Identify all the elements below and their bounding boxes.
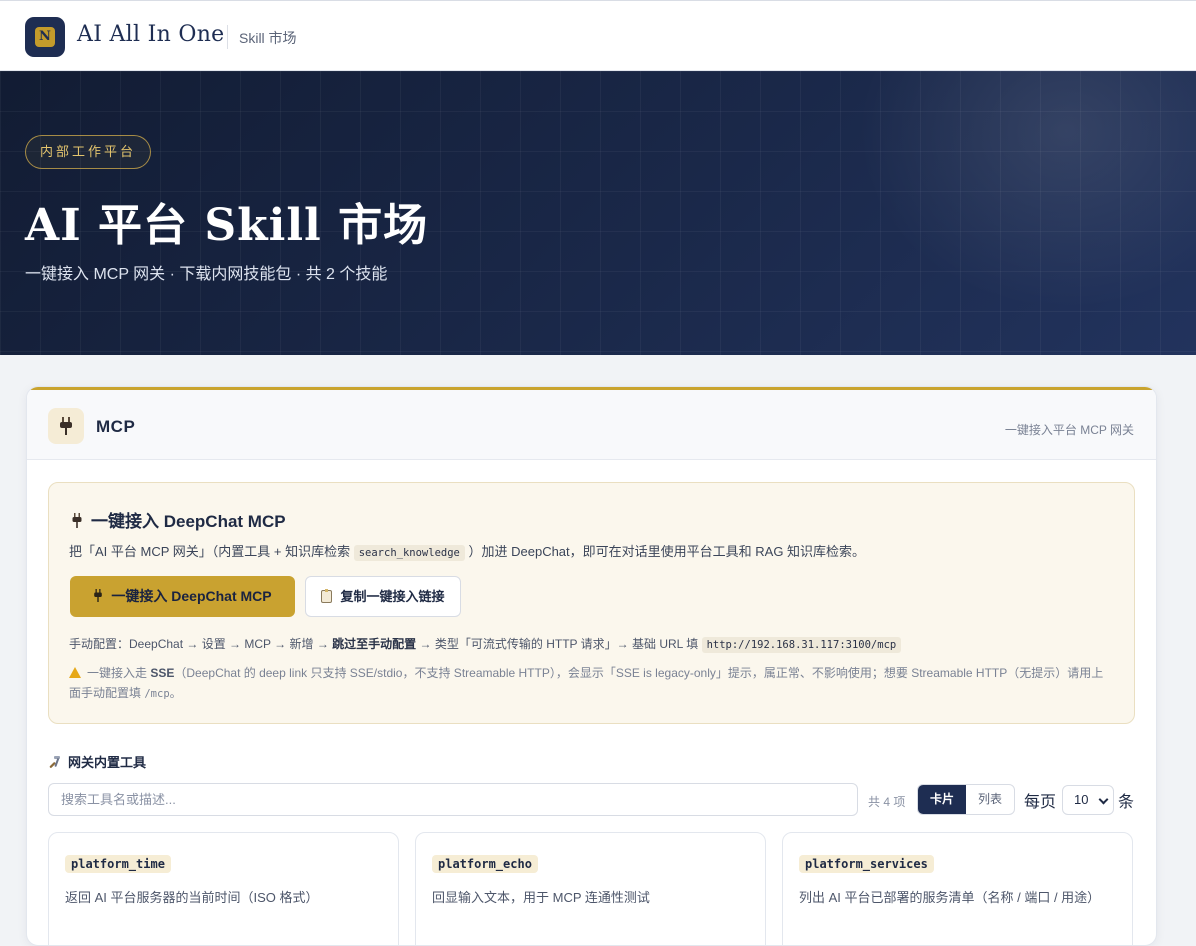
tools-section-title: 网关内置工具	[48, 752, 146, 771]
top-navbar: N AI All In One Skill 市场	[0, 0, 1196, 71]
panel-hint: 一键接入平台 MCP 网关	[1004, 423, 1134, 437]
tool-search-input[interactable]	[48, 783, 858, 816]
tool-description: 返回 AI 平台服务器的当前时间（ISO 格式）	[65, 890, 319, 905]
tools-title-text: 网关内置工具	[68, 755, 147, 770]
hero-glow	[856, 71, 1196, 311]
per-page-unit: 条	[1118, 794, 1135, 811]
view-card-toggle[interactable]: 卡片	[918, 785, 966, 814]
desc-text-end: ）加进 DeepChat，即可在对话里使用平台工具和 RAG 知识库检索。	[468, 544, 866, 559]
page-title: AI 平台 Skill 市场	[25, 200, 429, 251]
brand-name[interactable]: AI All In One	[77, 22, 225, 47]
tool-name: platform_time	[65, 855, 171, 873]
manual-bold: 跳过至手动配置	[332, 637, 417, 651]
tool-code-search-knowledge: search_knowledge	[353, 545, 465, 561]
tool-card[interactable]: platform_echo 回显输入文本，用于 MCP 连通性测试	[415, 832, 766, 945]
callout-title-text: 一键接入 DeepChat MCP	[91, 512, 286, 531]
brand-divider	[227, 25, 228, 49]
manual-prefix: 手动配置：DeepChat → 设置 → MCP → 新增 →	[69, 637, 329, 651]
logo-letter: N	[35, 27, 55, 47]
hero-banner: 内部工作平台 AI 平台 Skill 市场 一键接入 MCP 网关 · 下载内网…	[0, 71, 1196, 355]
deepchat-callout: 一键接入 DeepChat MCP 把「AI 平台 MCP 网关」（内置工具 +…	[48, 482, 1135, 724]
copy-button-label: 复制一键接入链接	[340, 589, 445, 604]
warning-icon	[69, 667, 81, 678]
view-list-toggle[interactable]: 列表	[966, 785, 1014, 814]
panel-header: MCP 一键接入平台 MCP 网关	[27, 390, 1156, 460]
desc-text-start: 把「AI 平台 MCP 网关」（内置工具 + 知识库检索	[69, 544, 351, 559]
brand-subtitle: Skill 市场	[239, 30, 297, 46]
app-logo[interactable]: N	[25, 17, 65, 57]
warn-end: 。	[169, 686, 182, 700]
plug-icon	[72, 513, 82, 528]
chevron-down-icon	[1098, 794, 1109, 805]
panel-title: MCP	[96, 417, 136, 436]
tool-card[interactable]: platform_services 列出 AI 平台已部署的服务清单（名称 / …	[782, 832, 1133, 945]
per-page-label: 每页	[1024, 794, 1057, 811]
warn-prefix: 一键接入走	[87, 666, 148, 680]
plug-icon	[60, 417, 72, 435]
callout-title: 一键接入 DeepChat MCP	[71, 507, 286, 532]
mcp-path-code: /mcp	[144, 688, 170, 700]
page-subtitle: 一键接入 MCP 网关 · 下载内网技能包 · 共 2 个技能	[25, 266, 388, 283]
tool-name: platform_services	[799, 855, 934, 873]
warn-body: （DeepChat 的 deep link 只支持 SSE/stdio，不支持 …	[69, 666, 1104, 700]
copy-link-button[interactable]: 复制一键接入链接	[305, 576, 461, 617]
sse-warning-text: 一键接入走 SSE（DeepChat 的 deep link 只支持 SSE/s…	[69, 663, 1114, 704]
tools-icon	[48, 755, 62, 769]
tool-card[interactable]: platform_time 返回 AI 平台服务器的当前时间（ISO 格式）	[48, 832, 399, 945]
tool-name: platform_echo	[432, 855, 538, 873]
connect-deepchat-button[interactable]: 一键接入 DeepChat MCP	[70, 576, 295, 617]
tool-description: 列出 AI 平台已部署的服务清单（名称 / 端口 / 用途）	[799, 890, 1101, 905]
clipboard-icon	[321, 589, 333, 603]
manual-config-text: 手动配置：DeepChat → 设置 → MCP → 新增 → 跳过至手动配置 …	[69, 635, 902, 653]
mcp-url-code[interactable]: http://192.168.31.117:3100/mcp	[701, 637, 902, 653]
view-toggle: 卡片 列表	[917, 784, 1015, 815]
plug-icon	[94, 589, 103, 602]
tool-description: 回显输入文本，用于 MCP 连通性测试	[432, 890, 650, 905]
connect-button-label: 一键接入 DeepChat MCP	[111, 588, 272, 604]
warn-bold: SSE	[150, 666, 175, 680]
per-page-value: 10	[1074, 792, 1089, 807]
manual-mid: → 类型「可流式传输的 HTTP 请求」→ 基础 URL 填	[419, 637, 699, 651]
mcp-panel: MCP 一键接入平台 MCP 网关 一键接入 DeepChat MCP 把「AI…	[26, 386, 1157, 946]
callout-description: 把「AI 平台 MCP 网关」（内置工具 + 知识库检索 search_know…	[69, 541, 866, 561]
per-page-select[interactable]: 10	[1062, 785, 1114, 815]
hero-badge: 内部工作平台	[25, 135, 152, 169]
result-count: 共 4 项	[868, 795, 906, 809]
plug-icon-box	[48, 408, 84, 444]
